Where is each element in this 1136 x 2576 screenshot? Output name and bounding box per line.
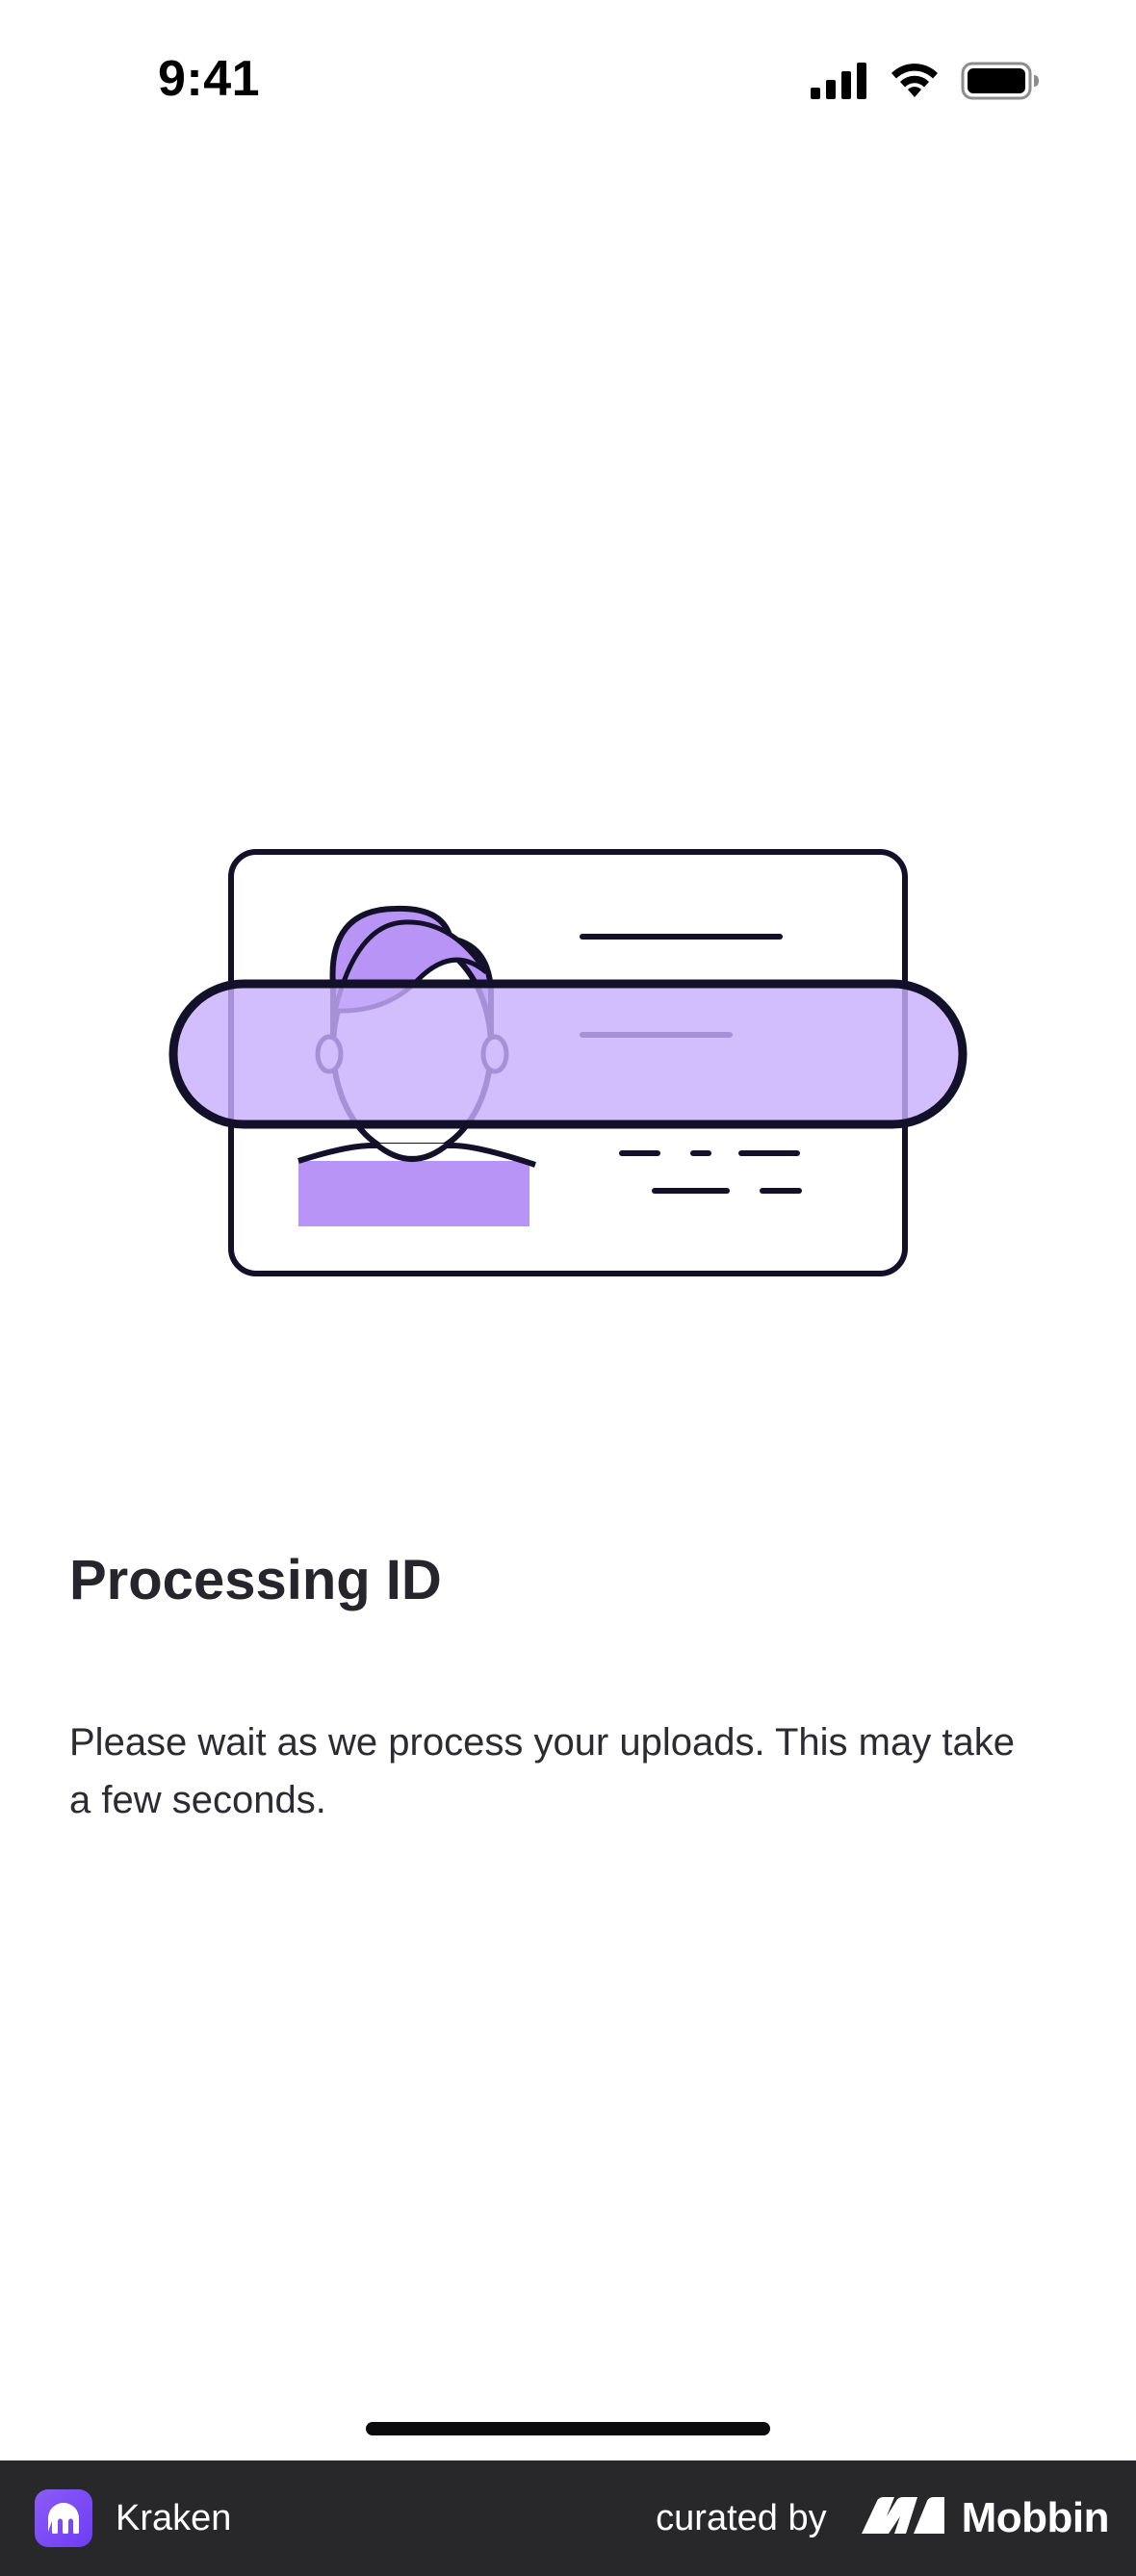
app-attribution: Kraken — [35, 2489, 231, 2547]
wifi-icon — [890, 63, 940, 104]
curated-by-label: curated by — [656, 2497, 827, 2538]
battery-icon — [961, 62, 1040, 105]
mobbin-logo-icon — [860, 2496, 946, 2540]
page-description: Please wait as we process your uploads. … — [69, 1721, 1015, 1821]
page-title: Processing ID — [69, 1549, 442, 1611]
mobbin-brand: Mobbin — [860, 2494, 1110, 2542]
curator-attribution: curated by Mobbin — [656, 2494, 1109, 2542]
status-time: 9:41 — [158, 51, 261, 107]
kraken-logo-icon — [35, 2489, 92, 2547]
home-indicator[interactable] — [366, 2422, 770, 2435]
attribution-footer: Kraken curated by Mobbin — [0, 2460, 1136, 2576]
id-card-scan-icon — [168, 849, 968, 1276]
status-bar: 9:41 — [0, 0, 1136, 144]
brand-name: Mobbin — [961, 2494, 1110, 2541]
id-card-scan-illustration — [164, 837, 972, 1290]
signal-icon — [811, 63, 868, 104]
status-icons — [811, 62, 1040, 105]
app-name: Kraken — [116, 2497, 232, 2538]
